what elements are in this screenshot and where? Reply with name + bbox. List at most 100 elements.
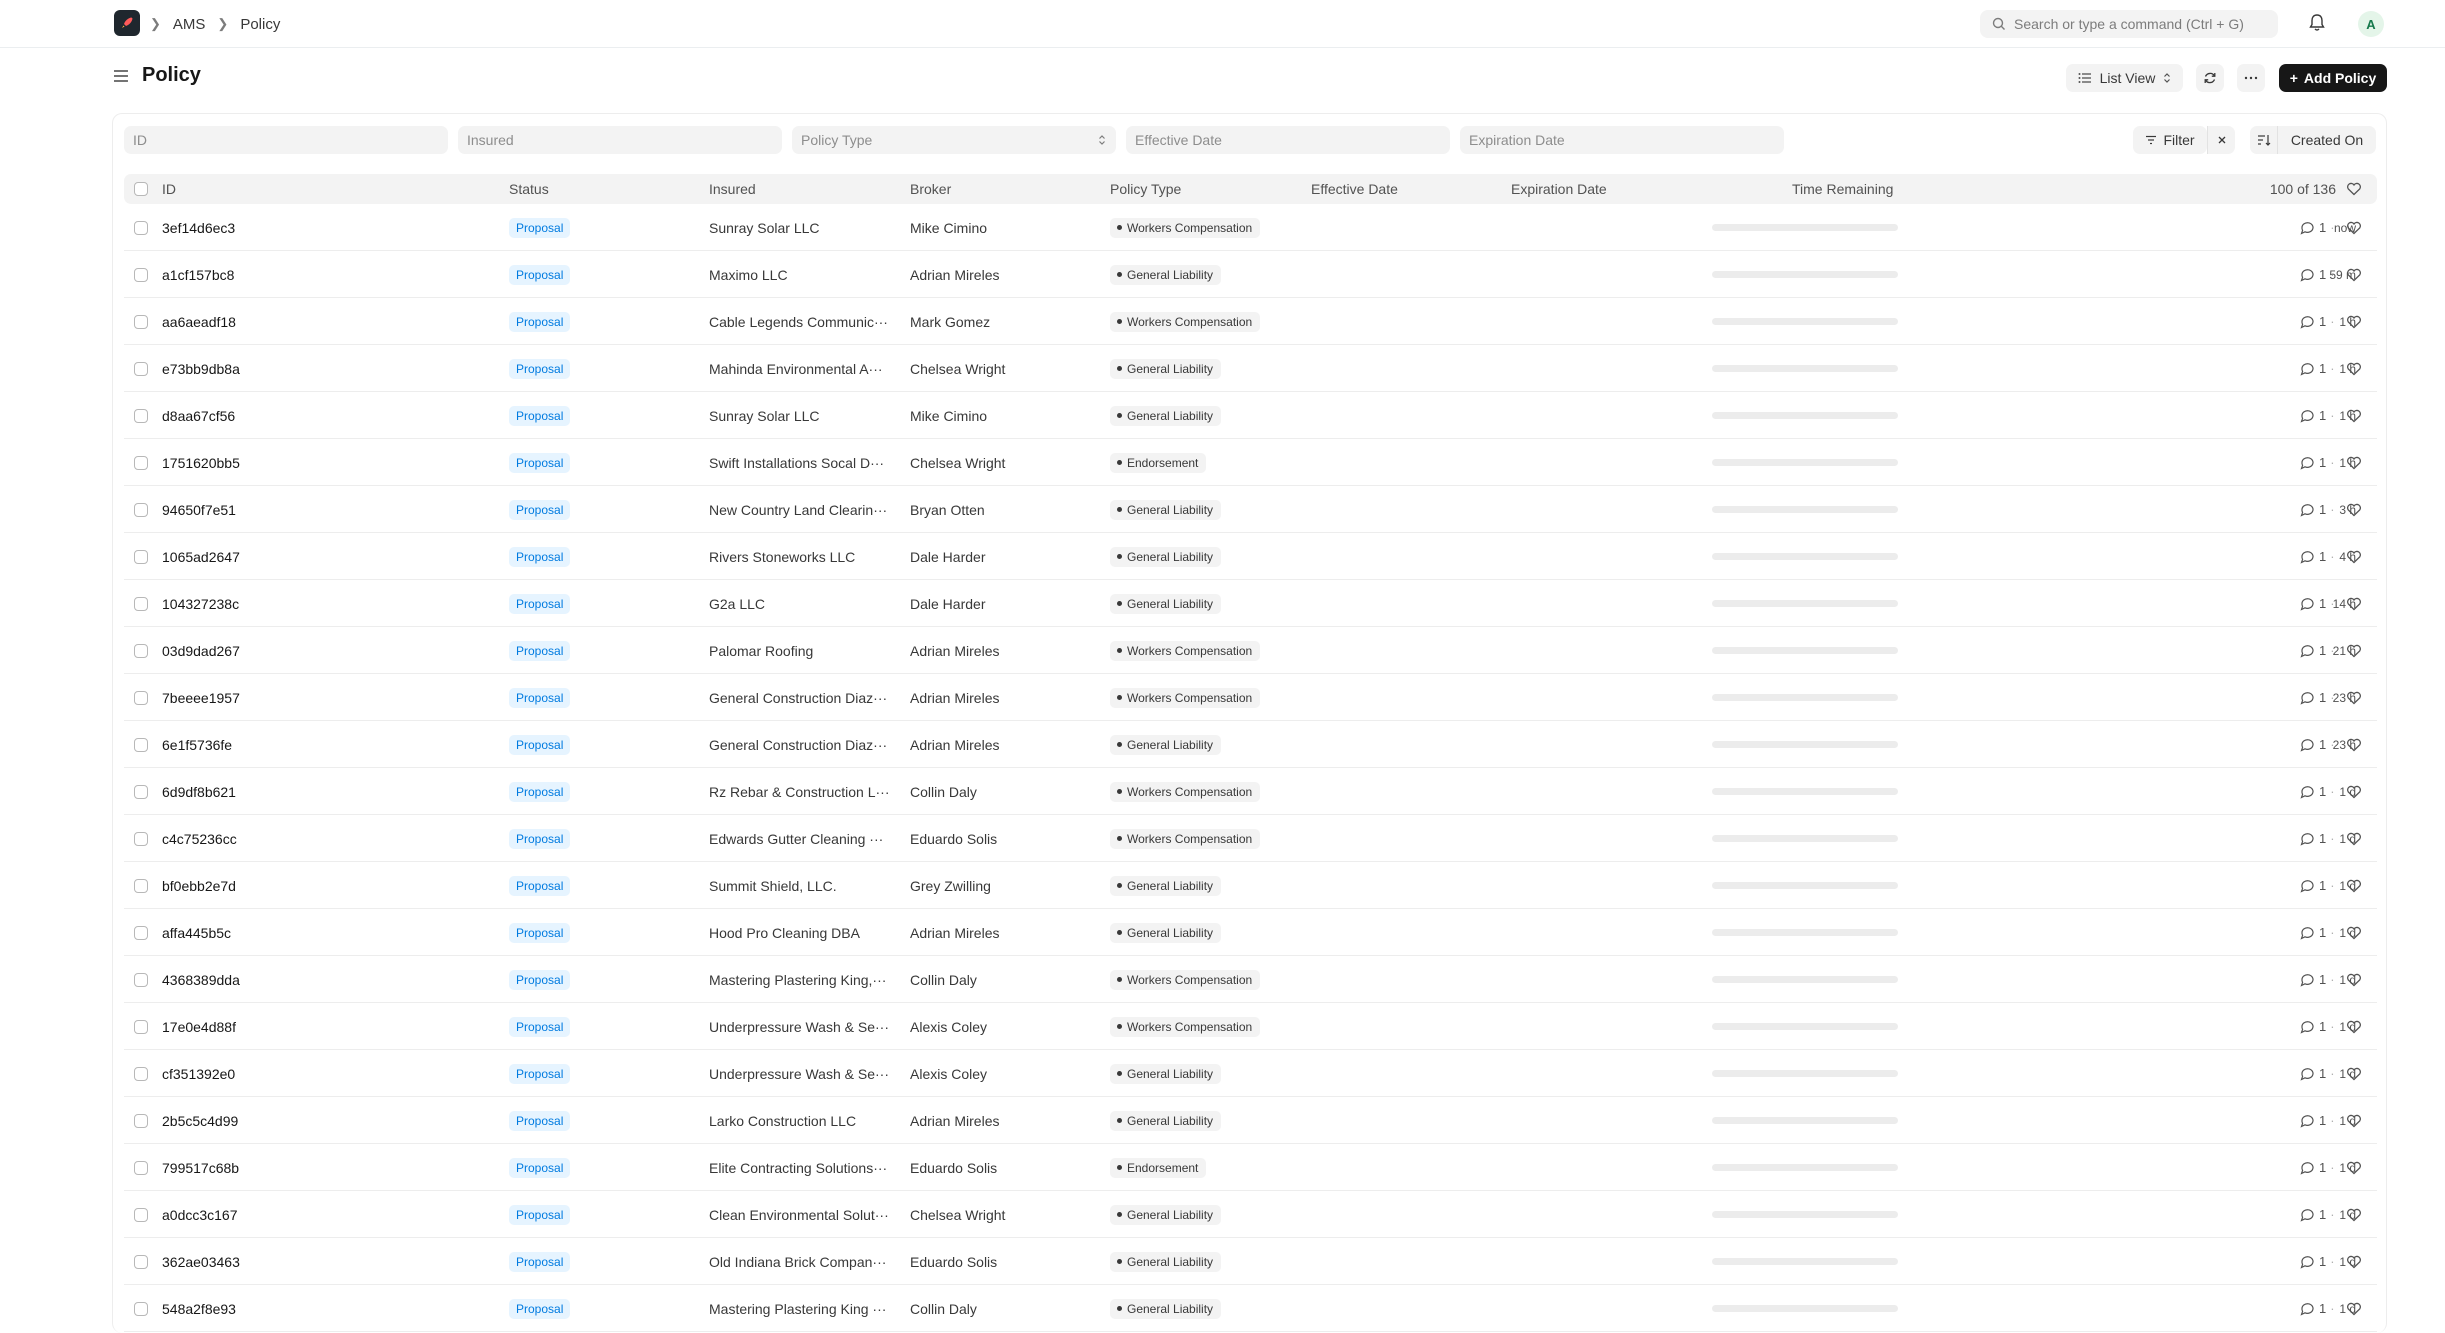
- add-policy-button[interactable]: + Add Policy: [2279, 64, 2387, 92]
- row-comments[interactable]: 1 ·: [2300, 439, 2335, 486]
- row-comments[interactable]: 1 ·: [2300, 862, 2335, 909]
- table-row[interactable]: 17e0e4d88f Proposal Underpressure Wash & S…: [124, 1003, 2377, 1050]
- row-comments[interactable]: 1 ·: [2300, 956, 2335, 1003]
- row-id[interactable]: 3ef14d6ec3: [162, 204, 235, 251]
- row-id[interactable]: affa445b5c: [162, 909, 231, 956]
- table-row[interactable]: a1cf157bc8 Proposal Maximo LLC Adrian Mirel…: [124, 251, 2377, 298]
- notification-bell-icon[interactable]: [2308, 13, 2326, 33]
- view-switcher-button[interactable]: List View: [2066, 64, 2183, 92]
- table-row[interactable]: 03d9dad267 Proposal Palomar Roofing Adrian …: [124, 627, 2377, 674]
- heart-icon[interactable]: [2346, 1067, 2362, 1081]
- heart-icon[interactable]: [2346, 926, 2362, 940]
- heart-icon[interactable]: [2346, 597, 2362, 611]
- row-checkbox[interactable]: [134, 737, 148, 752]
- row-id[interactable]: 1065ad2647: [162, 533, 240, 580]
- effective-date-filter-input[interactable]: Effective Date: [1126, 126, 1450, 154]
- heart-icon[interactable]: [2346, 832, 2362, 846]
- refresh-button[interactable]: [2196, 64, 2224, 92]
- table-row[interactable]: affa445b5c Proposal Hood Pro Cleaning DBA A…: [124, 909, 2377, 956]
- row-id[interactable]: a0dcc3c167: [162, 1191, 238, 1238]
- heart-icon[interactable]: [2346, 409, 2362, 423]
- row-checkbox[interactable]: [134, 1160, 148, 1175]
- row-id[interactable]: e73bb9db8a: [162, 345, 240, 392]
- app-logo[interactable]: [114, 10, 140, 36]
- row-id[interactable]: c4c75236cc: [162, 815, 237, 862]
- table-row[interactable]: 3ef14d6ec3 Proposal Sunray Solar LLC Mike C…: [124, 204, 2377, 251]
- heart-icon[interactable]: [2346, 1208, 2362, 1222]
- row-id[interactable]: 6e1f5736fe: [162, 721, 232, 768]
- insured-filter-input[interactable]: Insured: [458, 126, 782, 154]
- table-row[interactable]: d8aa67cf56 Proposal Sunray Solar LLC Mike C…: [124, 392, 2377, 439]
- row-id[interactable]: bf0ebb2e7d: [162, 862, 236, 909]
- row-id[interactable]: 03d9dad267: [162, 627, 240, 674]
- row-checkbox[interactable]: [134, 502, 148, 517]
- row-comments[interactable]: 1 ·: [2300, 1097, 2335, 1144]
- row-id[interactable]: cf351392e0: [162, 1050, 235, 1097]
- row-id[interactable]: d8aa67cf56: [162, 392, 235, 439]
- row-checkbox[interactable]: [134, 1254, 148, 1269]
- row-comments[interactable]: 1 ·: [2300, 674, 2335, 721]
- row-checkbox[interactable]: [134, 1019, 148, 1034]
- row-comments[interactable]: 1 ·: [2300, 1003, 2335, 1050]
- row-comments[interactable]: 1 ·: [2300, 768, 2335, 815]
- heart-icon[interactable]: [2346, 879, 2362, 893]
- heart-icon[interactable]: [2346, 1020, 2362, 1034]
- heart-icon[interactable]: [2346, 456, 2362, 470]
- row-checkbox[interactable]: [134, 925, 148, 940]
- table-row[interactable]: a0dcc3c167 Proposal Clean Environmental So…: [124, 1191, 2377, 1238]
- row-checkbox[interactable]: [134, 1113, 148, 1128]
- sort-field-button[interactable]: Created On: [2278, 126, 2376, 154]
- select-all-checkbox[interactable]: [134, 182, 148, 196]
- sidebar-toggle-icon[interactable]: [112, 68, 130, 84]
- heart-icon[interactable]: [2346, 1255, 2362, 1269]
- sort-direction-button[interactable]: [2250, 126, 2278, 154]
- row-comments[interactable]: 1 ·: [2300, 815, 2335, 862]
- heart-icon[interactable]: [2346, 550, 2362, 564]
- table-row[interactable]: 6d9df8b621 Proposal Rz Rebar & Constructio…: [124, 768, 2377, 815]
- row-comments[interactable]: 1 ·: [2300, 580, 2335, 627]
- table-row[interactable]: 4368389dda Proposal Mastering Plastering K…: [124, 956, 2377, 1003]
- clear-filters-button[interactable]: [2207, 126, 2235, 154]
- row-checkbox[interactable]: [134, 1207, 148, 1222]
- table-row[interactable]: 548a2f8e93 Proposal Mastering Plastering K…: [124, 1285, 2377, 1332]
- row-comments[interactable]: 1 ·: [2300, 392, 2335, 439]
- row-comments[interactable]: 1 ·: [2300, 345, 2335, 392]
- row-id[interactable]: 94650f7e51: [162, 486, 236, 533]
- heart-icon[interactable]: [2346, 503, 2362, 517]
- table-row[interactable]: 362ae03463 Proposal Old Indiana Brick Comp…: [124, 1238, 2377, 1285]
- heart-icon[interactable]: [2346, 785, 2362, 799]
- heart-icon[interactable]: [2346, 691, 2362, 705]
- row-checkbox[interactable]: [134, 549, 148, 564]
- table-row[interactable]: 104327238c Proposal G2a LLC Dale Harder Gene…: [124, 580, 2377, 627]
- row-checkbox[interactable]: [134, 643, 148, 658]
- row-checkbox[interactable]: [134, 1066, 148, 1081]
- row-comments[interactable]: 1 ·: [2300, 1285, 2335, 1332]
- row-checkbox[interactable]: [134, 408, 148, 423]
- row-id[interactable]: 362ae03463: [162, 1238, 240, 1285]
- row-id[interactable]: aa6aeadf18: [162, 298, 236, 345]
- breadcrumb-ams[interactable]: AMS: [173, 16, 206, 33]
- row-checkbox[interactable]: [134, 220, 148, 235]
- table-row[interactable]: 1065ad2647 Proposal Rivers Stoneworks LLC D…: [124, 533, 2377, 580]
- heart-icon[interactable]: [2346, 1161, 2362, 1175]
- table-row[interactable]: 6e1f5736fe Proposal General Construction D…: [124, 721, 2377, 768]
- row-id[interactable]: 2b5c5c4d99: [162, 1097, 238, 1144]
- heart-icon[interactable]: [2346, 362, 2362, 376]
- row-checkbox[interactable]: [134, 596, 148, 611]
- row-id[interactable]: 1751620bb5: [162, 439, 240, 486]
- row-comments[interactable]: 1 ·: [2300, 204, 2335, 251]
- table-row[interactable]: 7beeee1957 Proposal General Construction D…: [124, 674, 2377, 721]
- heart-icon[interactable]: [2346, 738, 2362, 752]
- table-row[interactable]: 94650f7e51 Proposal New Country Land Clear…: [124, 486, 2377, 533]
- table-row[interactable]: 799517c68b Proposal Elite Contracting Solu…: [124, 1144, 2377, 1191]
- row-checkbox[interactable]: [134, 267, 148, 282]
- heart-icon[interactable]: [2346, 1302, 2362, 1316]
- table-row[interactable]: cf351392e0 Proposal Underpressure Wash & S…: [124, 1050, 2377, 1097]
- table-row[interactable]: c4c75236cc Proposal Edwards Gutter Cleanin…: [124, 815, 2377, 862]
- row-comments[interactable]: 1 ·: [2300, 627, 2335, 674]
- row-checkbox[interactable]: [134, 972, 148, 987]
- heart-icon[interactable]: [2346, 221, 2362, 235]
- row-checkbox[interactable]: [134, 361, 148, 376]
- row-comments[interactable]: 1 ·: [2300, 909, 2335, 956]
- row-comments[interactable]: 1 ·: [2300, 1191, 2335, 1238]
